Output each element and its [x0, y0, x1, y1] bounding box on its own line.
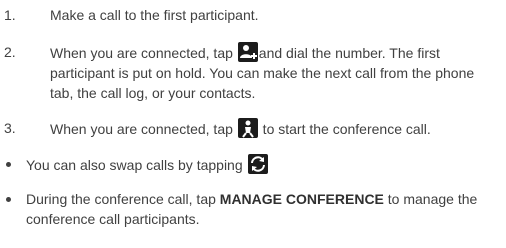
step-text-before-icon: When you are connected, tap — [50, 45, 237, 61]
bullet-text: You can also swap calls by tapping — [26, 154, 498, 175]
step-text-after-icon: to start the conference call. — [258, 121, 431, 137]
manage-conference-label: MANAGE CONFERENCE — [219, 191, 384, 207]
bullet-text: During the conference call, tap MANAGE C… — [26, 189, 498, 229]
step-text-content: Make a call to the first participant. — [50, 7, 259, 23]
step-number: 2. — [4, 44, 16, 60]
bullet-text-before-bold: During the conference call, tap — [26, 191, 220, 207]
add-call-icon — [237, 42, 258, 62]
step-text: Make a call to the first participant. — [50, 5, 498, 25]
swap-calls-icon — [247, 154, 268, 174]
bullet-text-before-icon: You can also swap calls by tapping — [26, 157, 247, 173]
bullet-marker — [6, 162, 11, 167]
bullet-marker — [6, 197, 11, 202]
step-text-before-icon: When you are connected, tap — [50, 121, 237, 137]
merge-calls-icon — [237, 118, 258, 138]
step-number: 1. — [4, 7, 16, 23]
step-text: When you are connected, tap and dial the… — [50, 42, 498, 103]
step-number: 3. — [4, 120, 16, 136]
step-text: When you are connected, tap to start the… — [50, 118, 498, 139]
